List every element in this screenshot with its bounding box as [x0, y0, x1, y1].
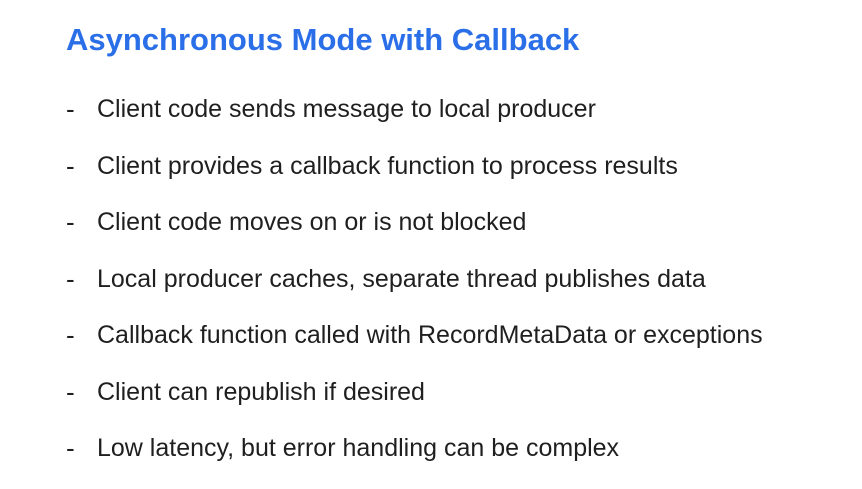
- bullet-dash: -: [66, 376, 75, 407]
- slide: Asynchronous Mode with Callback - Client…: [0, 0, 862, 489]
- bullet-dash: -: [66, 433, 75, 463]
- bullet-text: Low latency, but error handling can be c…: [97, 434, 620, 462]
- bullet-text: Local producer caches, separate thread p…: [97, 264, 706, 293]
- bullet-text: Callback function called with RecordMeta…: [97, 321, 763, 349]
- bullet-text: Client code sends message to local produ…: [97, 95, 596, 123]
- bullet-dash: -: [66, 207, 75, 237]
- bullet-dash: -: [66, 94, 75, 124]
- slide-title: Asynchronous Mode with Callback: [66, 22, 580, 57]
- bullet-text: Client code moves on or is not blocked: [97, 208, 527, 236]
- bullet-text: Client can republish if desired: [97, 377, 425, 406]
- bullet-dash: -: [66, 150, 75, 181]
- bullet-text: Client provides a callback function to p…: [97, 151, 678, 180]
- bullet-dash: -: [66, 320, 75, 350]
- bullet-dash: -: [66, 263, 75, 294]
